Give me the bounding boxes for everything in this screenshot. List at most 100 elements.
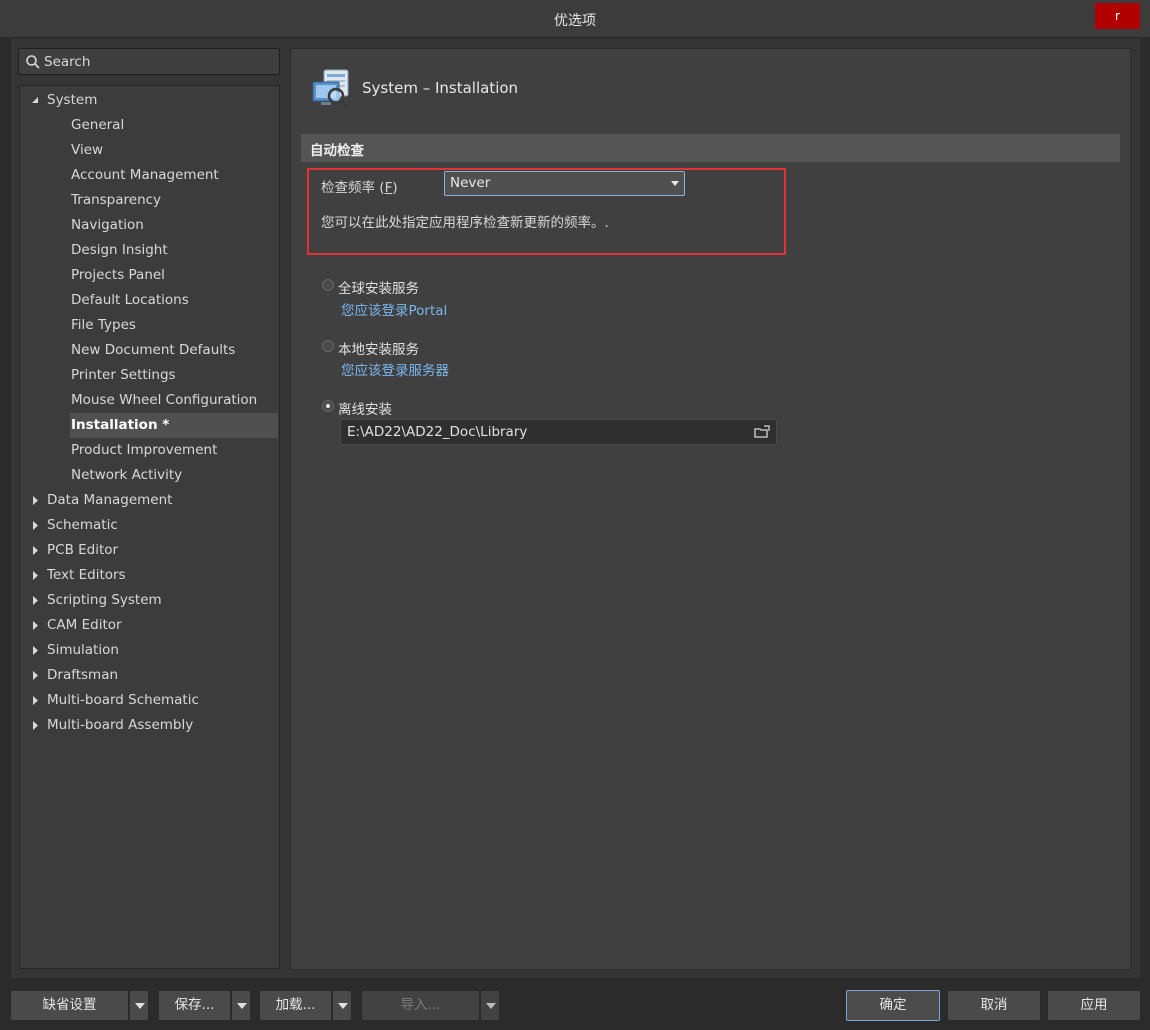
tree-item-label: Multi-board Assembly bbox=[47, 717, 194, 733]
tree-item-category[interactable]: Draftsman bbox=[20, 663, 279, 688]
tree-item-label: Schematic bbox=[47, 517, 118, 533]
tree-item-label: Design Insight bbox=[71, 242, 168, 258]
tree-item-category[interactable]: Simulation bbox=[20, 638, 279, 663]
tree-item-system-child[interactable]: Default Locations bbox=[70, 288, 278, 313]
collapsed-arrow-icon bbox=[33, 696, 38, 705]
section-title: 自动检查 bbox=[310, 143, 364, 159]
tree-item-system-child[interactable]: Navigation bbox=[70, 213, 278, 238]
folder-browse-icon[interactable] bbox=[754, 425, 770, 439]
cancel-button[interactable]: 取消 bbox=[947, 990, 1041, 1021]
offline-path-value: E:\AD22\AD22_Doc\Library bbox=[347, 424, 528, 440]
tree-item-system-child[interactable]: File Types bbox=[70, 313, 278, 338]
tree-item-label: General bbox=[71, 117, 125, 133]
login-server-link[interactable]: 您应该登录服务器 bbox=[341, 359, 449, 379]
chevron-down-icon bbox=[135, 1003, 145, 1009]
tree-item-label: Transparency bbox=[71, 192, 162, 208]
window-title: 优选项 bbox=[554, 13, 596, 29]
radio-label-local: 本地安装服务 bbox=[338, 342, 419, 358]
chevron-down-icon bbox=[338, 1003, 348, 1009]
tree-item-system-child[interactable]: Network Activity bbox=[70, 463, 278, 488]
offline-path-field[interactable]: E:\AD22\AD22_Doc\Library bbox=[340, 419, 777, 445]
tree-item-category[interactable]: Data Management bbox=[20, 488, 279, 513]
tree-item-label: PCB Editor bbox=[47, 542, 119, 558]
load-dropdown-button[interactable] bbox=[332, 990, 352, 1021]
tree-item-system-child[interactable]: Product Improvement bbox=[70, 438, 278, 463]
title-bar: 优选项 r bbox=[0, 0, 1150, 38]
import-button[interactable]: 导入... bbox=[361, 990, 480, 1021]
page-title: System – Installation bbox=[362, 79, 519, 97]
collapsed-arrow-icon bbox=[33, 646, 38, 655]
tree-item-label: Installation * bbox=[71, 417, 170, 433]
collapsed-arrow-icon bbox=[33, 521, 38, 530]
tree-item-label: File Types bbox=[71, 317, 136, 333]
tree-item-system-child[interactable]: Printer Settings bbox=[70, 363, 278, 388]
collapsed-arrow-icon bbox=[33, 546, 38, 555]
defaults-button[interactable]: 缺省设置 bbox=[10, 990, 129, 1021]
search-box[interactable] bbox=[18, 48, 280, 75]
tree-item-label: Multi-board Schematic bbox=[47, 692, 199, 708]
import-dropdown-button[interactable] bbox=[480, 990, 500, 1021]
tree-item-label: Text Editors bbox=[47, 567, 126, 583]
tree-item-label: System bbox=[47, 92, 98, 108]
load-button[interactable]: 加载... bbox=[259, 990, 332, 1021]
tree-item-category[interactable]: Multi-board Assembly bbox=[20, 713, 279, 738]
check-frequency-text: 检查频率 bbox=[321, 180, 375, 196]
close-button[interactable]: r bbox=[1095, 3, 1140, 29]
preferences-tree: System General View Account Management Tran… bbox=[19, 85, 280, 969]
tree-item-system-child[interactable]: Mouse Wheel Configuration bbox=[70, 388, 278, 413]
tree-item-label: Printer Settings bbox=[71, 367, 176, 383]
save-button[interactable]: 保存... bbox=[158, 990, 231, 1021]
tree-item-label: Default Locations bbox=[71, 292, 189, 308]
chevron-down-icon bbox=[486, 1003, 496, 1009]
collapsed-arrow-icon bbox=[33, 621, 38, 630]
section-header: 自动检查 bbox=[301, 134, 1120, 162]
collapsed-arrow-icon bbox=[33, 721, 38, 730]
tree-item-category[interactable]: PCB Editor bbox=[20, 538, 279, 563]
select-value: Never bbox=[450, 175, 491, 191]
tree-item-system-child[interactable]: View bbox=[70, 138, 278, 163]
tree-item-label: Projects Panel bbox=[71, 267, 165, 283]
tree-item-label: Mouse Wheel Configuration bbox=[71, 392, 258, 408]
chevron-down-icon bbox=[237, 1003, 247, 1009]
tree-item-category[interactable]: Multi-board Schematic bbox=[20, 688, 279, 713]
tree-item-label: Account Management bbox=[71, 167, 219, 183]
tree-item-label: Data Management bbox=[47, 492, 173, 508]
tree-item-system-child[interactable]: General bbox=[70, 113, 278, 138]
tree-item-label: CAM Editor bbox=[47, 617, 122, 633]
tree-item-system-child[interactable]: New Document Defaults bbox=[70, 338, 278, 363]
tree-item-category[interactable]: Text Editors bbox=[20, 563, 279, 588]
radio-offline-install[interactable] bbox=[322, 400, 334, 412]
collapsed-arrow-icon bbox=[33, 496, 38, 505]
tree-item-system-child[interactable]: Projects Panel bbox=[70, 263, 278, 288]
tree-item-label: Navigation bbox=[71, 217, 144, 233]
radio-local-install[interactable] bbox=[322, 340, 334, 352]
tree-item-category[interactable]: Schematic bbox=[20, 513, 279, 538]
collapsed-arrow-icon bbox=[33, 596, 38, 605]
tree-item-system-child[interactable]: Account Management bbox=[70, 163, 278, 188]
tree-item-label: Network Activity bbox=[71, 467, 183, 483]
tree-item-label: Simulation bbox=[47, 642, 119, 658]
tree-item-system[interactable]: System bbox=[20, 88, 279, 113]
installation-icon bbox=[312, 69, 350, 110]
tree-item-system-child[interactable]: Transparency bbox=[70, 188, 278, 213]
hint-text: 您可以在此处指定应用程序检查新更新的频率。. bbox=[321, 215, 609, 231]
tree-item-label: View bbox=[71, 142, 104, 158]
tree-item-system-child[interactable]: Design Insight bbox=[70, 238, 278, 263]
collapsed-arrow-icon bbox=[33, 671, 38, 680]
check-frequency-select[interactable]: Never bbox=[444, 171, 685, 196]
search-icon bbox=[26, 55, 40, 69]
apply-button[interactable]: 应用 bbox=[1047, 990, 1141, 1021]
defaults-dropdown-button[interactable] bbox=[129, 990, 149, 1021]
collapsed-arrow-icon bbox=[33, 571, 38, 580]
chevron-down-icon bbox=[671, 181, 679, 186]
radio-label-global: 全球安装服务 bbox=[338, 281, 419, 297]
tree-item-category[interactable]: CAM Editor bbox=[20, 613, 279, 638]
login-portal-link[interactable]: 您应该登录Portal bbox=[341, 299, 447, 319]
hotkey-letter: F bbox=[384, 180, 393, 196]
ok-button[interactable]: 确定 bbox=[846, 990, 940, 1021]
tree-item-system-child[interactable]: Installation * bbox=[70, 413, 278, 438]
tree-item-category[interactable]: Scripting System bbox=[20, 588, 279, 613]
save-dropdown-button[interactable] bbox=[231, 990, 251, 1021]
radio-global-install[interactable] bbox=[322, 279, 334, 291]
search-input[interactable] bbox=[44, 52, 269, 72]
